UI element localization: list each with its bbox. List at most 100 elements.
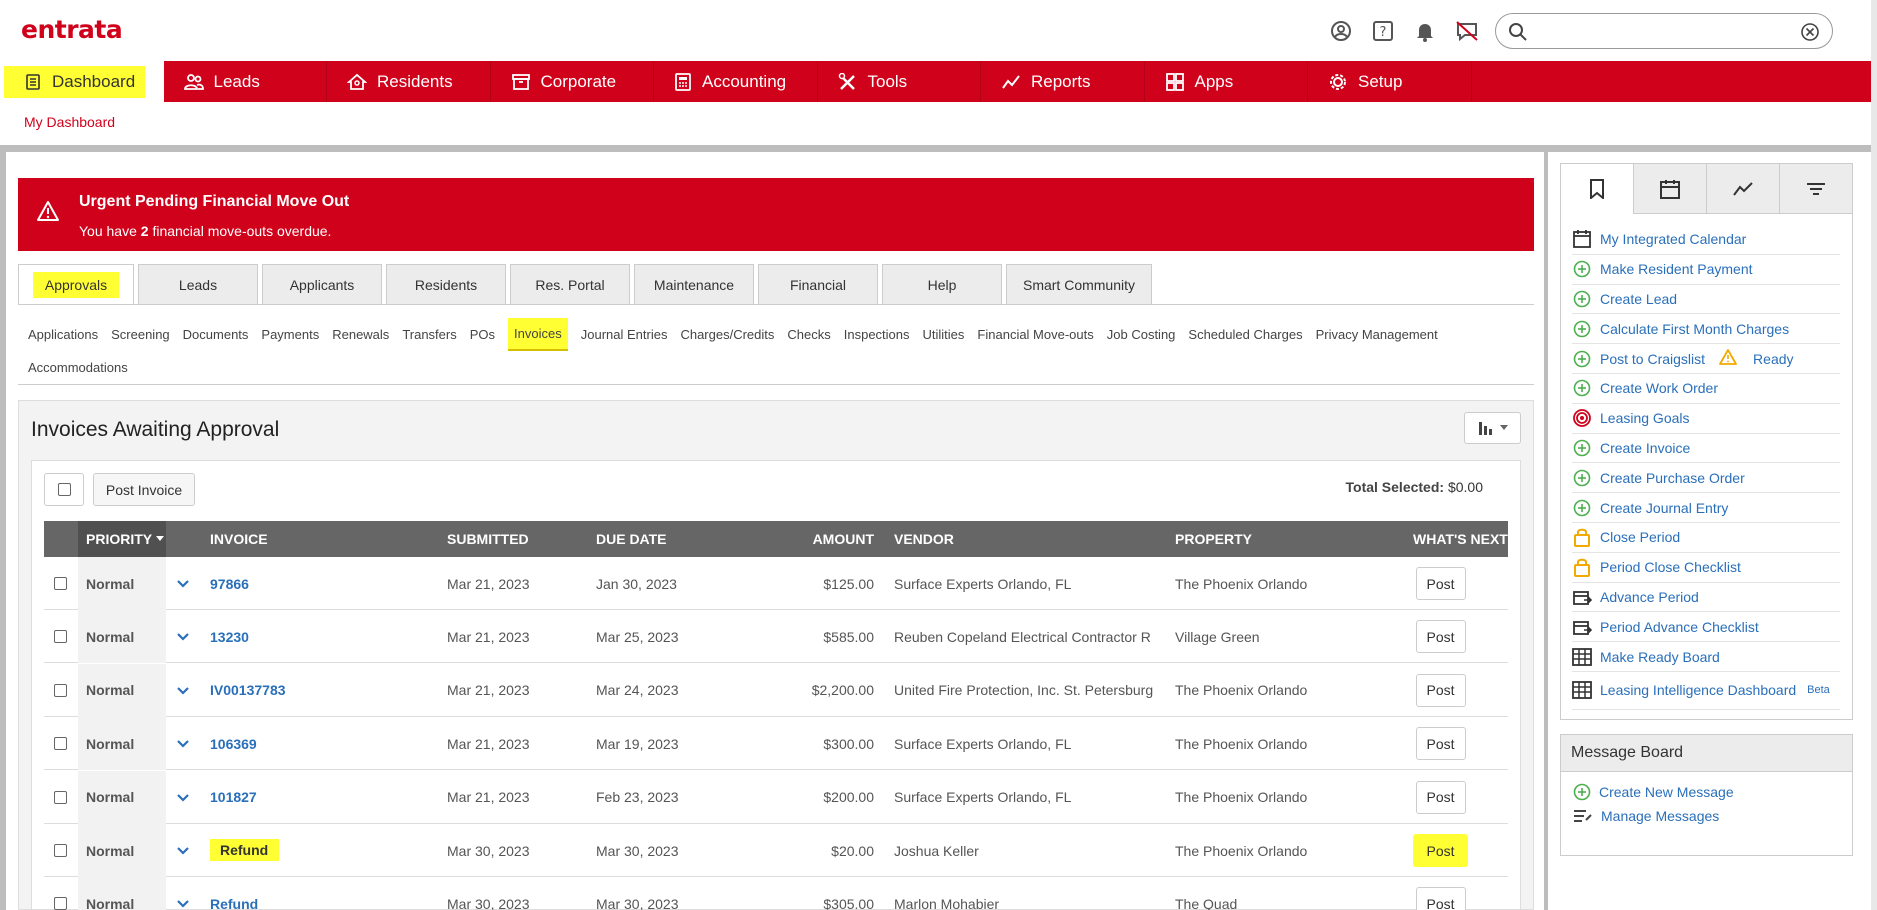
- row-checkbox[interactable]: [54, 610, 67, 663]
- col-vendor[interactable]: VENDOR: [894, 521, 954, 557]
- tab-smart-community[interactable]: Smart Community: [1006, 264, 1152, 304]
- subtab-charges-credits[interactable]: Charges/Credits: [680, 318, 774, 351]
- nav-tools[interactable]: Tools: [818, 61, 981, 102]
- nav-residents[interactable]: Residents: [327, 61, 491, 102]
- row-post-button[interactable]: Post: [1415, 780, 1466, 814]
- tab-maintenance[interactable]: Maintenance: [634, 264, 754, 304]
- quick-link-advance-period[interactable]: Advance Period: [1572, 583, 1840, 613]
- subtab-utilities[interactable]: Utilities: [923, 318, 965, 351]
- subtab-pos[interactable]: POs: [470, 318, 495, 351]
- row-post-button[interactable]: Post: [1415, 727, 1466, 761]
- clear-search-icon[interactable]: [1800, 22, 1820, 45]
- subtab-financial-move-outs[interactable]: Financial Move-outs: [977, 318, 1093, 351]
- quick-link-create-journal-entry[interactable]: Create Journal Entry: [1572, 493, 1840, 523]
- table-row[interactable]: Normal 106369 Mar 21, 2023 Mar 19, 2023 $300…: [44, 717, 1508, 771]
- row-post-button[interactable]: Post: [1415, 620, 1466, 654]
- table-row[interactable]: Normal 97866 Mar 21, 2023 Jan 30, 2023 $125.…: [44, 557, 1508, 610]
- side-tab-filter[interactable]: [1779, 164, 1852, 214]
- quick-link-leasing-intelligence-dashboard[interactable]: Leasing Intelligence Dashboard Beta: [1572, 672, 1840, 710]
- col-due-date[interactable]: DUE DATE: [596, 521, 667, 557]
- page-scrollbar[interactable]: [1871, 0, 1877, 910]
- expand-chevron-icon[interactable]: [176, 717, 190, 770]
- nav-corporate[interactable]: Corporate: [491, 61, 654, 102]
- row-invoice-link[interactable]: 97866: [210, 557, 249, 610]
- post-invoice-button[interactable]: Post Invoice: [93, 473, 195, 506]
- quick-link-period-advance-checklist[interactable]: Period Advance Checklist: [1572, 612, 1840, 643]
- nav-setup[interactable]: Setup: [1308, 61, 1472, 102]
- subtab-payments[interactable]: Payments: [261, 318, 319, 351]
- manage-messages-link[interactable]: Manage Messages: [1561, 804, 1852, 828]
- row-post-button[interactable]: Post: [1415, 673, 1466, 707]
- expand-chevron-icon[interactable]: [176, 610, 190, 663]
- quick-link-leasing-goals[interactable]: Leasing Goals: [1572, 404, 1840, 434]
- tab-res-portal[interactable]: Res. Portal: [510, 264, 630, 304]
- row-checkbox[interactable]: [54, 664, 67, 717]
- quick-link-close-period[interactable]: Close Period: [1572, 523, 1840, 553]
- quick-link-make-resident-payment[interactable]: Make Resident Payment: [1572, 255, 1840, 285]
- user-circle-icon[interactable]: [1329, 19, 1353, 43]
- subtab-renewals[interactable]: Renewals: [332, 318, 389, 351]
- row-checkbox[interactable]: [54, 717, 67, 770]
- tab-help[interactable]: Help: [882, 264, 1002, 304]
- subtab-documents[interactable]: Documents: [183, 318, 249, 351]
- table-row[interactable]: Normal IV00137783 Mar 21, 2023 Mar 24, 2023…: [44, 663, 1508, 717]
- nav-apps[interactable]: Apps: [1145, 61, 1308, 102]
- subtab-invoices[interactable]: Invoices: [508, 318, 568, 351]
- col-invoice[interactable]: INVOICE: [210, 521, 268, 557]
- quick-link-period-close-checklist[interactable]: Period Close Checklist: [1572, 553, 1840, 583]
- quick-link-my-integrated-calendar[interactable]: My Integrated Calendar: [1572, 225, 1840, 255]
- tab-approvals[interactable]: Approvals: [18, 264, 134, 304]
- nav-accounting[interactable]: Accounting: [654, 61, 818, 102]
- col-amount[interactable]: AMOUNT: [744, 521, 874, 557]
- row-invoice-link[interactable]: IV00137783: [210, 664, 286, 717]
- quick-link-create-purchase-order[interactable]: Create Purchase Order: [1572, 463, 1840, 494]
- expand-chevron-icon[interactable]: [176, 771, 190, 824]
- select-all-checkbox[interactable]: [44, 473, 84, 506]
- col-submitted[interactable]: SUBMITTED: [447, 521, 529, 557]
- search-input[interactable]: [1540, 20, 1780, 42]
- subtab-scheduled-charges[interactable]: Scheduled Charges: [1188, 318, 1302, 351]
- row-post-button[interactable]: Post: [1413, 834, 1468, 867]
- expand-chevron-icon[interactable]: [176, 664, 190, 717]
- nav-leads[interactable]: Leads: [164, 61, 327, 102]
- tab-residents[interactable]: Residents: [386, 264, 506, 304]
- row-invoice-link[interactable]: 106369: [210, 717, 257, 770]
- side-tab-calendar[interactable]: [1633, 164, 1706, 214]
- expand-chevron-icon[interactable]: [176, 824, 190, 877]
- row-invoice-link[interactable]: 13230: [210, 610, 249, 663]
- subtab-journal-entries[interactable]: Journal Entries: [581, 318, 668, 351]
- quick-link-create-invoice[interactable]: Create Invoice: [1572, 434, 1840, 464]
- help-icon[interactable]: ?: [1371, 19, 1395, 43]
- subtab-checks[interactable]: Checks: [787, 318, 830, 351]
- row-checkbox[interactable]: [54, 877, 67, 910]
- subtab-screening[interactable]: Screening: [111, 318, 170, 351]
- table-row[interactable]: Normal 101827 Mar 21, 2023 Feb 23, 2023 $200…: [44, 770, 1508, 824]
- row-checkbox[interactable]: [54, 771, 67, 824]
- col-priority[interactable]: PRIORITY: [78, 521, 166, 557]
- subtab-inspections[interactable]: Inspections: [844, 318, 910, 351]
- quick-link-make-ready-board[interactable]: Make Ready Board: [1572, 642, 1840, 672]
- quick-link-create-work-order[interactable]: Create Work Order: [1572, 374, 1840, 404]
- create-new-message-link[interactable]: Create New Message: [1561, 780, 1852, 804]
- subnav-my-dashboard[interactable]: My Dashboard: [24, 114, 115, 130]
- quick-link-create-lead[interactable]: Create Lead: [1572, 285, 1840, 315]
- row-invoice-link[interactable]: Refund: [210, 877, 258, 910]
- row-post-button[interactable]: Post: [1415, 887, 1466, 910]
- side-tab-bookmarks[interactable]: [1561, 164, 1633, 214]
- subtab-job-costing[interactable]: Job Costing: [1107, 318, 1176, 351]
- entrata-logo[interactable]: entrata: [21, 15, 123, 44]
- row-invoice-link[interactable]: Refund: [210, 839, 280, 861]
- urgent-alert[interactable]: Urgent Pending Financial Move Out You ha…: [18, 178, 1534, 251]
- expand-chevron-icon[interactable]: [176, 557, 190, 610]
- nav-reports[interactable]: Reports: [981, 61, 1145, 102]
- chart-toggle-button[interactable]: [1464, 412, 1521, 444]
- quick-link-calculate-first-month-charges[interactable]: Calculate First Month Charges: [1572, 314, 1840, 345]
- table-row[interactable]: Normal 13230 Mar 21, 2023 Mar 25, 2023 $585.…: [44, 610, 1508, 664]
- subtab-transfers[interactable]: Transfers: [402, 318, 456, 351]
- tab-applicants[interactable]: Applicants: [262, 264, 382, 304]
- quick-link-post-to-craigslist[interactable]: Post to Craigslist Ready: [1572, 344, 1840, 374]
- subtab-applications[interactable]: Applications: [28, 318, 98, 351]
- expand-chevron-icon[interactable]: [176, 877, 190, 910]
- chat-off-icon[interactable]: [1455, 19, 1479, 43]
- row-checkbox[interactable]: [54, 824, 67, 877]
